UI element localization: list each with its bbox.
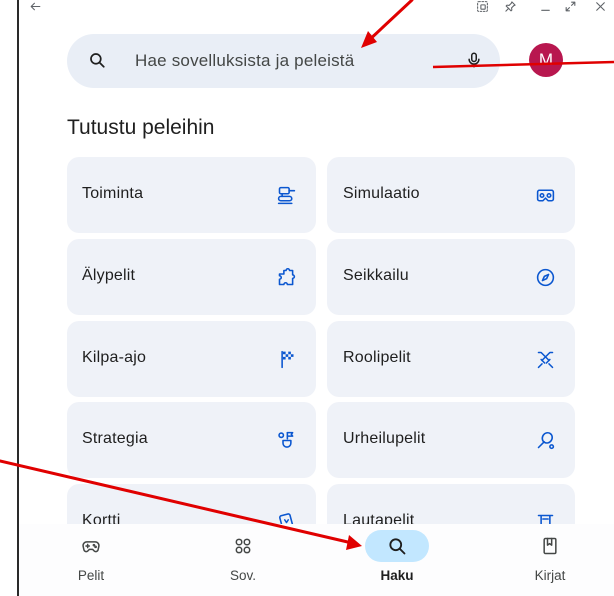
category-card-simulaatio[interactable]: Simulaatio: [327, 157, 575, 233]
search-input[interactable]: [135, 34, 435, 88]
tab-pelit[interactable]: Pelit: [41, 530, 141, 590]
category-card-roolipelit[interactable]: Roolipelit: [327, 321, 575, 397]
crossed-swords-icon: [535, 349, 556, 370]
account-avatar[interactable]: M: [529, 43, 563, 77]
tank-icon: [276, 185, 297, 206]
checkered-flag-icon: [276, 349, 297, 370]
apps-icon: [233, 536, 253, 556]
compass-icon: [535, 267, 556, 288]
category-card-kilpa-ajo[interactable]: Kilpa-ajo: [67, 321, 316, 397]
search-icon: [387, 536, 407, 556]
category-label: Strategia: [82, 430, 148, 447]
back-arrow-icon[interactable]: [29, 0, 42, 13]
category-label: Roolipelit: [343, 349, 411, 366]
category-label: Kilpa-ajo: [82, 349, 147, 366]
category-card-strategia[interactable]: Strategia: [67, 402, 316, 478]
racket-icon: [535, 430, 556, 451]
tab-haku[interactable]: Haku: [347, 530, 447, 590]
tab-label: Pelit: [77, 568, 105, 583]
tab-kirjat[interactable]: Kirjat: [500, 530, 600, 590]
category-label: Seikkailu: [343, 267, 409, 284]
section-title: Tutustu peleihin: [67, 116, 215, 139]
tab-label: Sov.: [229, 568, 256, 583]
category-label: Älypelit: [82, 267, 136, 284]
book-icon: [540, 536, 560, 556]
category-label: Simulaatio: [343, 185, 420, 202]
mic-icon[interactable]: [465, 50, 483, 70]
category-card-seikkailu[interactable]: Seikkailu: [327, 239, 575, 315]
maximize-icon[interactable]: [564, 0, 577, 13]
pin-icon[interactable]: [504, 0, 517, 13]
vr-headset-icon: [535, 185, 556, 206]
category-card-urheilupelit[interactable]: Urheilupelit: [327, 402, 575, 478]
tab-sov[interactable]: Sov.: [193, 530, 293, 590]
category-label: Toiminta: [82, 185, 144, 202]
puzzle-icon: [276, 267, 297, 288]
snap-window-icon[interactable]: [476, 0, 489, 13]
minimize-icon[interactable]: [539, 0, 552, 13]
search-bar[interactable]: [67, 34, 500, 88]
close-icon[interactable]: [594, 0, 607, 13]
gamepad-icon: [81, 536, 101, 556]
category-label: Urheilupelit: [343, 430, 426, 447]
tab-label: Kirjat: [534, 568, 566, 583]
strategy-icon: [276, 430, 297, 451]
category-card-toiminta[interactable]: Toiminta: [67, 157, 316, 233]
window-frame-edge: [17, 0, 19, 596]
category-card-alypelit[interactable]: Älypelit: [67, 239, 316, 315]
search-icon: [88, 51, 106, 69]
tab-label: Haku: [380, 568, 414, 583]
